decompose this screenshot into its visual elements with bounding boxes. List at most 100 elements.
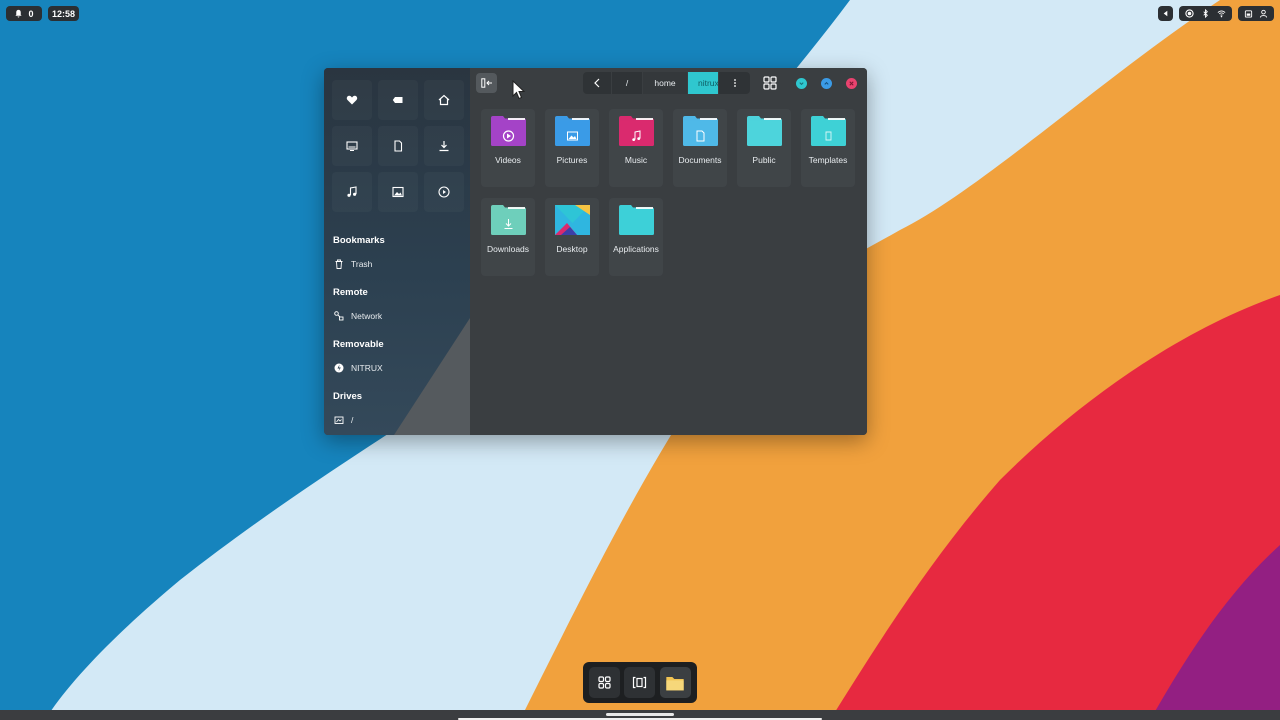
close-button[interactable] (846, 78, 857, 89)
apps-grid-icon (598, 676, 611, 689)
section-title-remote: Remote (333, 287, 368, 298)
section-title-removable: Removable (333, 339, 384, 350)
sidebar-item-root-drive[interactable]: / (334, 413, 353, 427)
trash-icon (335, 259, 343, 269)
quick-downloads[interactable] (424, 126, 464, 166)
maximize-icon (824, 81, 829, 85)
notifications-count: 0 (28, 8, 34, 19)
music-note-icon (347, 186, 357, 197)
folder-label: Public (752, 155, 776, 165)
folder-icon (554, 116, 590, 146)
folder-label: Downloads (486, 244, 530, 254)
app-launcher-button[interactable] (589, 667, 621, 698)
folder-tile[interactable]: Documents (673, 109, 727, 187)
system-tray[interactable] (1179, 6, 1232, 21)
quick-documents[interactable] (378, 126, 418, 166)
folder-label: Pictures (556, 155, 588, 165)
folder-label: Applications (613, 244, 659, 254)
back-button[interactable] (583, 72, 612, 94)
quick-music[interactable] (332, 172, 372, 212)
overview-button[interactable] (624, 667, 656, 698)
minimize-button[interactable] (796, 78, 807, 89)
download-icon (439, 141, 449, 152)
quick-tags[interactable] (378, 80, 418, 120)
main-view: / home nitrux Videos Pictures Music Documen… (470, 68, 867, 435)
wifi-icon (1217, 10, 1226, 18)
folder-icon (618, 116, 654, 146)
maximize-button[interactable] (821, 78, 832, 89)
sidebar-collapse-icon (480, 78, 492, 88)
folder-label: Templates (808, 155, 848, 165)
sidebar-item-label: / (351, 415, 354, 425)
minimize-icon (799, 82, 804, 86)
section-title-bookmarks: Bookmarks (333, 235, 385, 246)
folder-label: Music (624, 155, 648, 165)
quick-home[interactable] (424, 80, 464, 120)
folder-tile[interactable]: Applications (609, 198, 663, 276)
user-session-menu[interactable] (1238, 6, 1274, 21)
folder-tile[interactable]: Music (609, 109, 663, 187)
folder-tile[interactable]: Public (737, 109, 791, 187)
bell-icon (15, 9, 23, 18)
more-vertical-icon (733, 79, 736, 87)
home-icon (438, 94, 450, 106)
folder-grid: Videos Pictures Music Documents Public Templa… (481, 109, 861, 289)
sidebar-item-nitrux[interactable]: NITRUX (334, 361, 383, 375)
folder-tile[interactable]: Videos (481, 109, 535, 187)
removable-disk-icon (334, 363, 344, 373)
toolbar: / home nitrux (470, 68, 867, 98)
drive-icon (334, 416, 344, 424)
quick-pictures[interactable] (378, 172, 418, 212)
chevron-left-icon (594, 78, 600, 88)
section-title-drives: Drives (333, 391, 363, 402)
quick-places-grid (332, 80, 464, 212)
record-icon (1185, 9, 1194, 18)
grid-view-icon[interactable] (763, 76, 777, 90)
sidebar-item-trash[interactable]: Trash (334, 257, 372, 271)
path-bar: / home nitrux (583, 72, 750, 94)
document-icon (394, 140, 403, 152)
sidebar-item-label: Network (351, 311, 383, 321)
sidebar-toggle-button[interactable] (476, 73, 497, 93)
folder-icon (810, 116, 846, 146)
folder-tile[interactable]: Desktop (545, 198, 599, 276)
path-segment-home[interactable]: home (643, 72, 688, 94)
sidebar-item-label: NITRUX (351, 363, 383, 373)
close-icon (849, 81, 854, 86)
path-segment-current[interactable]: nitrux (688, 72, 719, 94)
folder-tile[interactable]: Pictures (545, 109, 599, 187)
folder-label: Videos (495, 155, 521, 165)
user-icon (1259, 9, 1268, 18)
path-segment-root[interactable]: / (612, 72, 643, 94)
folder-tile[interactable]: Downloads (481, 198, 535, 276)
image-icon (392, 186, 404, 198)
folder-icon (490, 205, 526, 235)
tag-icon (392, 97, 403, 103)
folder-icon (666, 676, 684, 690)
desktop-folder-icon (554, 205, 590, 235)
quick-videos[interactable] (424, 172, 464, 212)
places-sidebar: Bookmarks Trash Remote Network Removable… (324, 68, 470, 435)
folder-tile[interactable]: Templates (801, 109, 855, 187)
quick-favorites[interactable] (332, 80, 372, 120)
path-menu-button[interactable] (719, 72, 750, 94)
clock[interactable]: 12:58 (48, 6, 79, 21)
heart-icon (346, 95, 358, 105)
folder-icon (682, 116, 718, 146)
folder-icon (490, 116, 526, 146)
bluetooth-icon (1203, 9, 1208, 18)
file-manager-window: Bookmarks Trash Remote Network Removable… (324, 68, 867, 435)
notifications-indicator[interactable]: 0 (6, 6, 42, 21)
tray-expand-button[interactable] (1158, 6, 1173, 21)
desktop-icon (346, 141, 358, 151)
triangle-left-icon (1163, 10, 1168, 17)
quick-desktop[interactable] (332, 126, 372, 166)
dock (583, 662, 697, 703)
folder-label: Documents (678, 155, 722, 165)
task-switcher-handle[interactable] (606, 713, 674, 716)
file-manager-dock-button[interactable] (659, 667, 691, 698)
folder-icon (618, 205, 654, 235)
sidebar-item-network[interactable]: Network (334, 309, 382, 323)
play-icon (438, 186, 450, 198)
mouse-cursor (512, 80, 526, 100)
